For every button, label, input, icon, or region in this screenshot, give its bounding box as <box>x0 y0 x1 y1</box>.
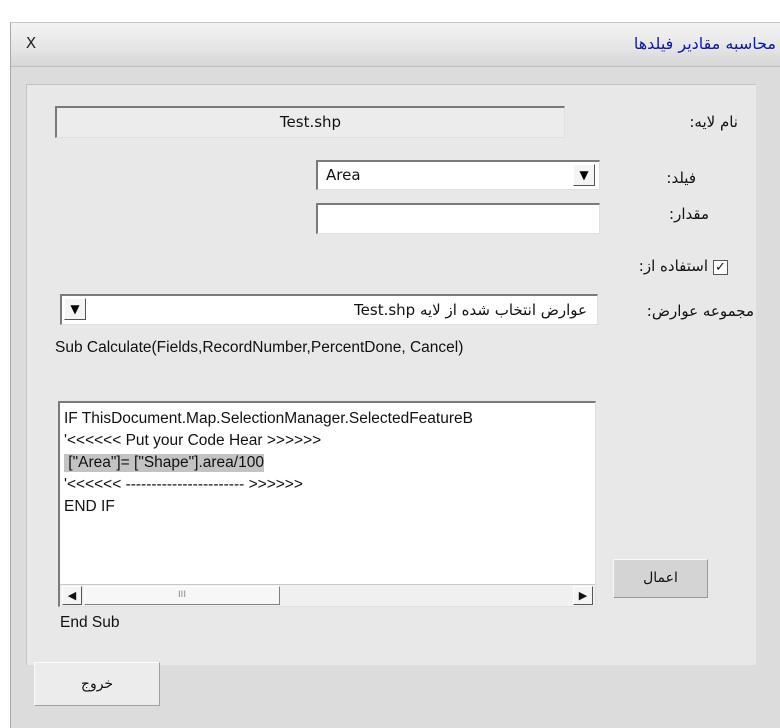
arrow-left-icon[interactable]: ◀ <box>62 586 82 605</box>
calculate-fields-window: X محاسبه مقادیر فیلدها Test.shp نام لایه… <box>10 22 780 728</box>
close-button[interactable]: X <box>19 31 43 55</box>
chevron-down-icon[interactable]: ▼ <box>64 298 86 320</box>
field-label: فیلد: <box>666 169 696 187</box>
sub-footer: End Sub <box>60 614 120 631</box>
layer-name-label: نام لایه: <box>689 113 738 131</box>
feature-set-dropdown[interactable]: ▼ عوارض انتخاب شده از لایه Test.shp <box>60 294 598 325</box>
title-bar: X محاسبه مقادیر فیلدها <box>11 23 780 67</box>
sub-header: Sub Calculate(Fields,RecordNumber,Percen… <box>55 339 464 356</box>
use-checkbox[interactable]: ✓ <box>713 260 728 275</box>
horizontal-scrollbar[interactable]: ◀ III ▶ <box>60 584 595 606</box>
code-line-selected: ["Area"]= ["Shape"].area/100 <box>64 454 264 472</box>
scrollbar-thumb[interactable]: III <box>84 586 280 605</box>
chevron-down-icon[interactable]: ▼ <box>573 164 595 186</box>
window-title: محاسبه مقادیر فیلدها <box>633 34 776 53</box>
feature-set-label: مجموعه عوارض: <box>646 302 754 320</box>
code-line: '<<<<<< Put your Code Hear >>>>>> <box>64 432 322 449</box>
value-label: مقدار: <box>669 205 709 223</box>
feature-set-value: عوارض انتخاب شده از لایه Test.shp <box>354 301 587 319</box>
code-line: END IF <box>64 498 115 515</box>
field-dropdown-value: Area <box>326 166 361 184</box>
exit-button[interactable]: خروج <box>34 662 160 706</box>
checkmark-icon: ✓ <box>715 260 726 275</box>
apply-button[interactable]: اعمال <box>613 559 708 598</box>
use-label: استفاده از: <box>638 257 708 275</box>
arrow-right-icon[interactable]: ▶ <box>573 586 593 605</box>
code-editor[interactable]: IF ThisDocument.Map.SelectionManager.Sel… <box>58 401 596 607</box>
layer-name-field: Test.shp <box>55 106 565 138</box>
code-line: '<<<<<< ----------------------- >>>>>> <box>64 476 303 493</box>
code-line: IF ThisDocument.Map.SelectionManager.Sel… <box>64 410 473 427</box>
field-dropdown[interactable]: Area ▼ <box>316 160 600 190</box>
value-input[interactable] <box>316 203 600 234</box>
main-panel: Test.shp نام لایه: Area ▼ فیلد: مقدار: ✓… <box>26 84 756 665</box>
